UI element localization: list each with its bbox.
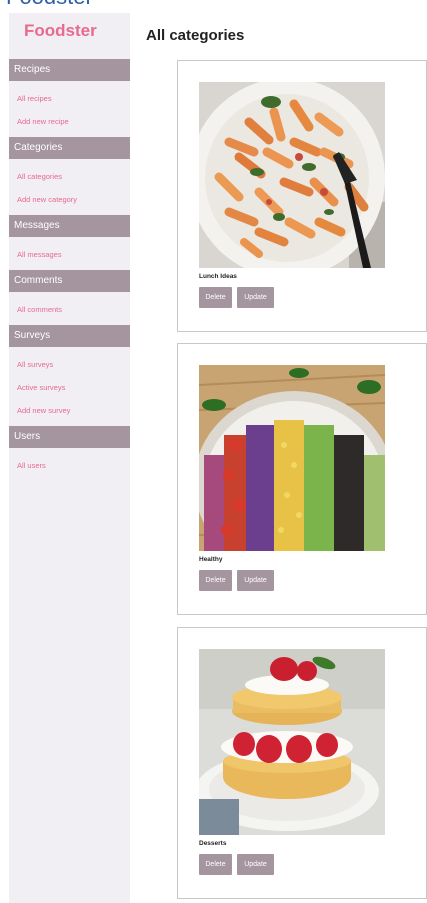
sidebar-link-add-new-survey[interactable]: Add new survey bbox=[9, 399, 130, 422]
sidebar-section-comments: Comments All comments bbox=[9, 270, 130, 325]
shortcake-image bbox=[199, 649, 385, 835]
salad-image bbox=[199, 365, 385, 551]
sidebar-link-add-new-category[interactable]: Add new category bbox=[9, 188, 130, 211]
sidebar-link-all-categories[interactable]: All categories bbox=[9, 165, 130, 188]
page: Foodster Foodster Recipes All recipes Ad… bbox=[0, 0, 427, 903]
cut-header-text: Foodster bbox=[0, 0, 120, 8]
category-name: Desserts bbox=[199, 840, 227, 847]
top-cut-off-header: Foodster bbox=[0, 0, 120, 8]
sidebar-section-messages: Messages All messages bbox=[9, 215, 130, 270]
sidebar-link-all-comments[interactable]: All comments bbox=[9, 298, 130, 321]
sidebar-link-add-new-recipe[interactable]: Add new recipe bbox=[9, 110, 130, 133]
sidebar-link-all-recipes[interactable]: All recipes bbox=[9, 87, 130, 110]
section-header-messages: Messages bbox=[9, 215, 130, 237]
update-button[interactable]: Update bbox=[237, 570, 274, 591]
page-title: All categories bbox=[146, 27, 245, 44]
sidebar: Foodster Recipes All recipes Add new rec… bbox=[9, 13, 130, 903]
delete-button[interactable]: Delete bbox=[199, 287, 232, 308]
section-header-surveys: Surveys bbox=[9, 325, 130, 347]
section-header-categories: Categories bbox=[9, 137, 130, 159]
delete-button[interactable]: Delete bbox=[199, 854, 232, 875]
update-button[interactable]: Update bbox=[237, 854, 274, 875]
section-header-recipes: Recipes bbox=[9, 59, 130, 81]
category-card-healthy: Healthy Delete Update bbox=[177, 343, 427, 615]
section-header-comments: Comments bbox=[9, 270, 130, 292]
sidebar-link-all-surveys[interactable]: All surveys bbox=[9, 353, 130, 376]
category-card-desserts: Desserts Delete Update bbox=[177, 627, 427, 899]
delete-button[interactable]: Delete bbox=[199, 570, 232, 591]
pasta-image bbox=[199, 82, 385, 268]
sidebar-link-all-users[interactable]: All users bbox=[9, 454, 130, 477]
sidebar-section-surveys: Surveys All surveys Active surveys Add n… bbox=[9, 325, 130, 426]
sidebar-link-active-surveys[interactable]: Active surveys bbox=[9, 376, 130, 399]
sidebar-section-recipes: Recipes All recipes Add new recipe bbox=[9, 59, 130, 137]
sidebar-section-users: Users All users bbox=[9, 426, 130, 481]
sidebar-section-categories: Categories All categories Add new catego… bbox=[9, 137, 130, 215]
brand-logo[interactable]: Foodster bbox=[9, 13, 130, 59]
category-name: Lunch Ideas bbox=[199, 273, 237, 280]
section-header-users: Users bbox=[9, 426, 130, 448]
category-card-lunch-ideas: Lunch Ideas Delete Update bbox=[177, 60, 427, 332]
category-name: Healthy bbox=[199, 556, 223, 563]
sidebar-link-all-messages[interactable]: All messages bbox=[9, 243, 130, 266]
update-button[interactable]: Update bbox=[237, 287, 274, 308]
